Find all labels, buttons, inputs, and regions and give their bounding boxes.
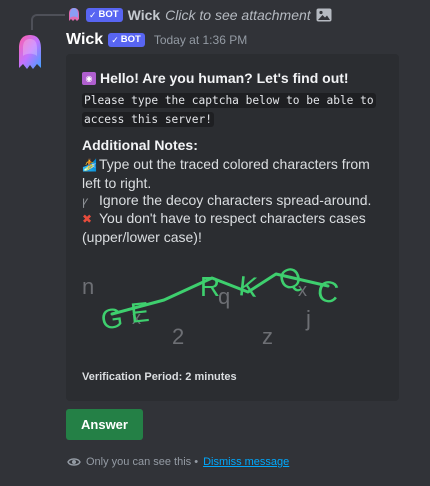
instructions-code: Please type the captcha below to be able… — [82, 91, 376, 129]
traced-char: Q — [275, 260, 305, 296]
decoy-char: j — [305, 306, 311, 331]
person-tracing-icon: 🏄 — [82, 158, 97, 172]
bot-tag: ✓ BOT — [86, 8, 123, 22]
bot-avatar[interactable] — [16, 34, 44, 72]
note-text: Ignore the decoy characters spread-aroun… — [99, 192, 372, 208]
eye-icon — [67, 458, 81, 466]
note-decoy: ꝩ Ignore the decoy characters spread-arou… — [82, 191, 382, 210]
note-text: You don't have to respect characters cas… — [82, 210, 366, 245]
message-header: Wick ✓ BOT Today at 1:36 PM — [66, 30, 247, 50]
image-icon — [316, 8, 332, 22]
captcha-embed: ◉ Hello! Are you human? Let's find out! … — [66, 54, 399, 401]
traced-char: C — [315, 275, 341, 311]
notes-heading: Additional Notes: — [82, 137, 198, 153]
traced-char: R — [200, 271, 220, 302]
decoy-char: n — [82, 274, 94, 299]
reply-author[interactable]: Wick — [128, 7, 161, 23]
ghost-avatar-icon — [69, 8, 79, 21]
ephemeral-notice: Only you can see this • Dismiss message — [67, 454, 289, 470]
bot-tag: ✓ BOT — [108, 33, 145, 47]
message-timestamp[interactable]: Today at 1:36 PM — [154, 33, 247, 47]
reply-reference[interactable]: ✓ BOT Wick Click to see attachment — [67, 6, 332, 24]
embed-title-text: Hello! Are you human? Let's find out! — [100, 70, 349, 86]
ephemeral-text: Only you can see this • — [86, 456, 199, 468]
ignore-icon: ꝩ — [82, 194, 89, 208]
decoy-char: 2 — [172, 324, 184, 349]
traced-char: E — [129, 296, 151, 329]
decoy-char: z — [262, 324, 273, 349]
verified-check-icon: ✓ — [111, 35, 119, 45]
dismiss-message-link[interactable]: Dismiss message — [203, 456, 289, 468]
answer-button[interactable]: Answer — [66, 409, 143, 440]
traced-char: K — [237, 270, 259, 303]
embed-footer: Verification Period: 2 minutes — [82, 371, 237, 383]
traced-char: G — [99, 302, 125, 336]
message-author[interactable]: Wick — [66, 31, 103, 49]
verified-check-icon: ✓ — [89, 10, 97, 20]
robot-face-icon: ◉ — [82, 71, 96, 85]
chat-message-area: ✓ BOT Wick Click to see attachment Wick … — [0, 0, 430, 486]
instructions-text: Please type the captcha below to be able… — [82, 93, 376, 127]
cross-mark-icon: ✖ — [82, 212, 93, 226]
note-text: Type out the traced colored characters f… — [82, 156, 370, 191]
bot-tag-label: BOT — [98, 9, 119, 20]
reply-spine — [31, 14, 65, 30]
reply-text[interactable]: Click to see attachment — [165, 7, 311, 23]
bot-tag-label: BOT — [120, 34, 141, 45]
note-case: ✖ You don't have to respect characters ca… — [82, 209, 382, 246]
captcha-image: n x 2 q z x j G E R K Q C — [82, 260, 341, 349]
note-trace: 🏄 Type out the traced colored characters … — [82, 155, 382, 192]
embed-title: ◉ Hello! Are you human? Let's find out! — [82, 70, 387, 86]
